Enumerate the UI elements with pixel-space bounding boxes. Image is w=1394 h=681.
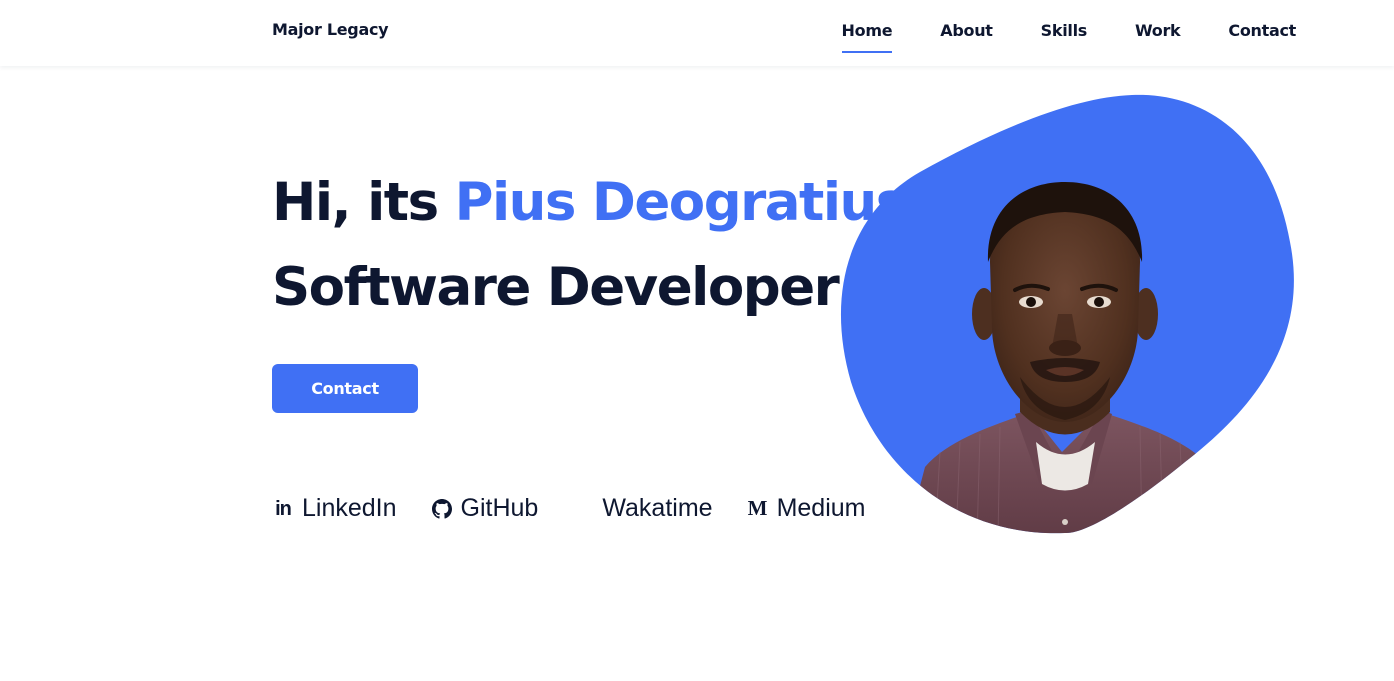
logo[interactable]: Major Legacy (272, 20, 389, 39)
nav-item-work: Work (1135, 20, 1181, 41)
header: Major Legacy Home About Skills Work Cont… (0, 0, 1394, 66)
hero-greeting: Hi, its (272, 172, 455, 233)
nav-item-skills: Skills (1041, 20, 1088, 41)
medium-icon: M (747, 496, 768, 520)
hero-greeting-line: Hi, its Pius Deogratius (272, 160, 908, 245)
social-label: LinkedIn (302, 494, 397, 522)
social-label: Wakatime (602, 494, 713, 522)
hero-name: Pius Deogratius (454, 172, 908, 233)
hero-image-blob (840, 92, 1300, 538)
nav-item-home: Home (841, 20, 893, 53)
profile-photo (840, 94, 1294, 534)
social-link-github[interactable]: GitHub (431, 494, 539, 523)
nav-link-home[interactable]: Home (841, 20, 893, 53)
nav-link-skills[interactable]: Skills (1041, 20, 1088, 41)
social-label: GitHub (460, 494, 539, 522)
hero-title: Hi, its Pius Deogratius Software Develop… (272, 160, 908, 330)
wakatime-icon (572, 498, 594, 520)
nav-link-about[interactable]: About (940, 20, 993, 41)
github-icon (431, 498, 453, 520)
nav-link-work[interactable]: Work (1135, 20, 1181, 41)
social-links: in LinkedIn GitHub Wakatime M Medium (272, 494, 865, 523)
main-nav: Home About Skills Work Contact (841, 20, 1296, 53)
contact-button[interactable]: Contact (272, 364, 418, 413)
linkedin-icon: in (275, 497, 292, 520)
nav-item-about: About (940, 20, 993, 41)
social-link-wakatime[interactable]: Wakatime (572, 494, 712, 523)
social-link-linkedin[interactable]: in LinkedIn (272, 494, 397, 523)
nav-link-contact[interactable]: Contact (1228, 20, 1296, 41)
hero-role: Software Developer (272, 257, 840, 318)
page: Major Legacy Home About Skills Work Cont… (0, 0, 1394, 681)
nav-item-contact: Contact (1228, 20, 1296, 41)
